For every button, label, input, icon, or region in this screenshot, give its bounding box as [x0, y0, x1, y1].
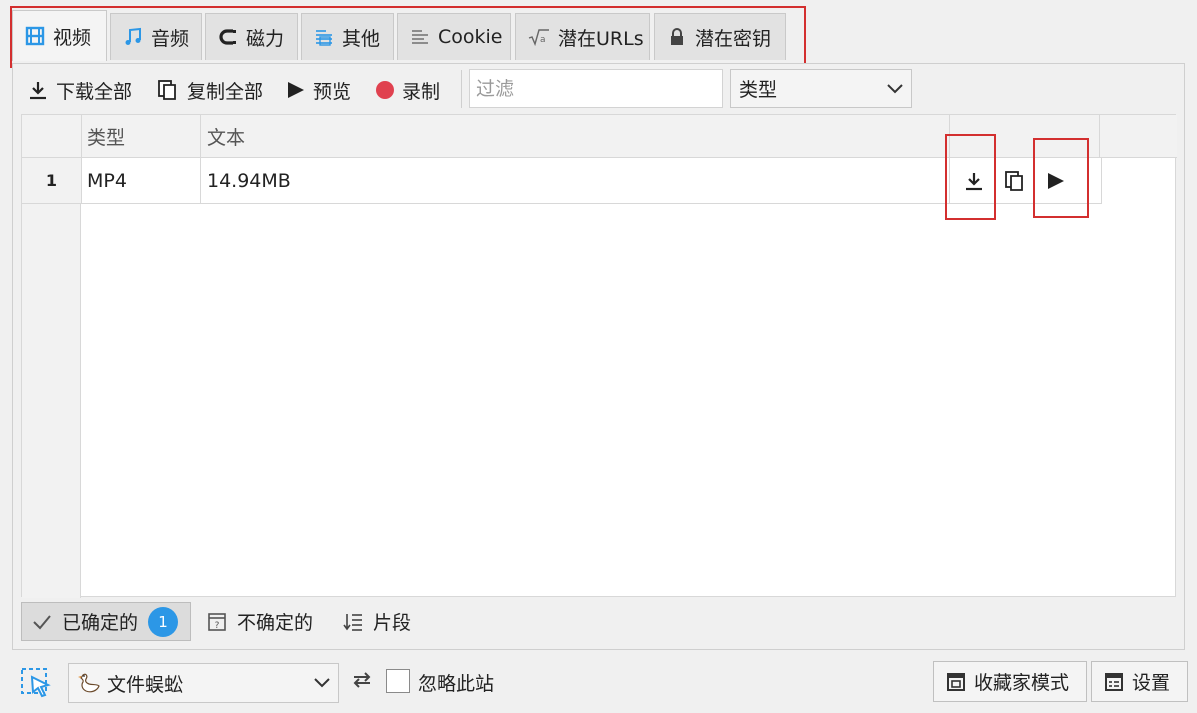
copy-all-button[interactable]: 复制全部 [157, 72, 263, 108]
tab-potential-urls[interactable]: a 潜在URLs [515, 13, 650, 60]
lock-icon [671, 28, 683, 45]
tab-segments[interactable]: 片段 [343, 602, 411, 641]
svg-text:?: ? [215, 621, 220, 631]
cursor-select-icon [21, 668, 51, 698]
row-preview-button[interactable] [1039, 164, 1073, 198]
row-number-column [22, 158, 81, 598]
spider-select[interactable]: 文件蜈蚣 [68, 663, 339, 703]
goose-icon [78, 673, 100, 693]
play-icon [1048, 173, 1064, 189]
sqrt-icon: a [528, 29, 549, 47]
magnet-icon [219, 29, 236, 45]
settings-panel-icon [1105, 672, 1123, 691]
tab-video[interactable]: 视频 [12, 10, 107, 61]
record-label: 录制 [402, 80, 441, 103]
row-type: MP4 [81, 158, 201, 203]
svg-text:a: a [540, 35, 546, 45]
type-select-value: 类型 [739, 79, 778, 101]
segments-label: 片段 [373, 612, 412, 634]
play-icon [288, 82, 304, 98]
toolbar-divider [461, 70, 462, 108]
confirmed-count-badge: 1 [148, 606, 179, 637]
copy-all-label: 复制全部 [187, 80, 264, 103]
uncertain-label: 不确定的 [237, 612, 314, 634]
download-icon [30, 82, 46, 100]
swap-button[interactable] [351, 670, 373, 695]
window-icon [947, 672, 965, 691]
tab-label: 其他 [342, 27, 381, 50]
type-select[interactable]: 类型 [730, 69, 912, 108]
chevron-down-icon [314, 678, 330, 688]
swap-arrows-icon [353, 672, 371, 688]
header-text[interactable]: 文本 [201, 115, 950, 158]
question-box-icon: ? [208, 612, 226, 631]
results-table: 类型 文本 1 MP4 14.94MB [21, 114, 1177, 598]
header-index [22, 115, 82, 158]
copy-icon [158, 80, 176, 100]
tab-audio[interactable]: 音频 [110, 13, 202, 60]
confirmed-label: 已确定的 [62, 612, 139, 634]
row-copy-button[interactable] [998, 164, 1032, 198]
download-icon [966, 173, 982, 191]
chevron-down-icon [887, 83, 903, 93]
favorites-mode-button[interactable]: 收藏家模式 [933, 661, 1087, 702]
row-index: 1 [22, 158, 82, 203]
tab-cookie[interactable]: Cookie [397, 13, 511, 60]
tab-other[interactable]: 其他 [301, 13, 394, 60]
tab-confirmed[interactable]: 已确定的 1 [21, 602, 191, 641]
text-lines-icon [412, 30, 428, 44]
header-type[interactable]: 类型 [81, 115, 201, 158]
table-header: 类型 文本 [22, 115, 1177, 158]
filter-input[interactable] [469, 69, 723, 108]
record-dot-icon [376, 81, 394, 99]
spider-select-value: 文件蜈蚣 [107, 673, 184, 696]
download-all-button[interactable]: 下载全部 [28, 72, 132, 108]
settings-label: 设置 [1132, 672, 1171, 694]
row-text: 14.94MB [201, 158, 950, 203]
tab-uncertain[interactable]: ? 不确定的 [207, 602, 313, 641]
favorites-mode-label: 收藏家模式 [974, 672, 1070, 694]
record-button[interactable]: 录制 [376, 72, 440, 108]
tab-label: Cookie [438, 26, 503, 48]
tab-magnet[interactable]: 磁力 [205, 13, 298, 60]
copy-icon [1005, 171, 1023, 191]
table-row[interactable]: 1 MP4 14.94MB [22, 158, 1102, 204]
ignore-site-checkbox[interactable] [386, 669, 410, 693]
segments-icon [343, 613, 362, 631]
tab-label: 音频 [151, 27, 190, 50]
ignore-site-label: 忽略此站 [418, 673, 495, 695]
tab-label: 潜在密钥 [695, 27, 772, 50]
tab-potential-keys[interactable]: 潜在密钥 [654, 13, 786, 60]
list-icon [316, 30, 332, 46]
preview-button[interactable]: 预览 [287, 72, 351, 108]
check-icon [33, 614, 51, 629]
element-picker-button[interactable] [20, 667, 52, 704]
tab-label: 潜在URLs [558, 27, 644, 50]
download-all-label: 下载全部 [56, 80, 133, 103]
settings-button[interactable]: 设置 [1091, 661, 1188, 702]
preview-label: 预览 [313, 80, 352, 103]
row-download-button[interactable] [957, 164, 991, 198]
tab-label: 磁力 [246, 27, 285, 50]
film-icon [25, 26, 45, 46]
tab-label: 视频 [53, 26, 92, 49]
header-actions [950, 115, 1100, 158]
music-note-icon [125, 27, 141, 45]
